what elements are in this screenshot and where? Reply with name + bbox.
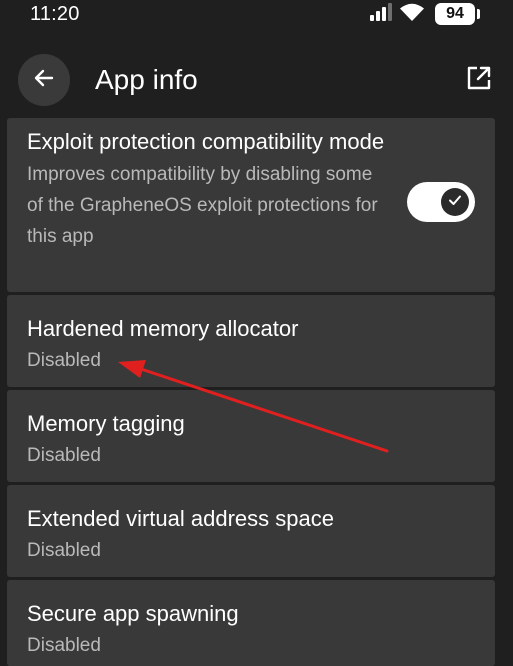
setting-hardened-memory-allocator[interactable]: Hardened memory allocator Disabled (7, 295, 495, 387)
open-external-icon (466, 65, 492, 96)
toggle-thumb (441, 188, 469, 216)
setting-title: Secure app spawning (27, 601, 239, 626)
battery-icon: 94 (435, 3, 480, 25)
setting-title: Hardened memory allocator (27, 316, 299, 341)
setting-summary: Disabled (27, 445, 101, 466)
setting-title: Extended virtual address space (27, 506, 334, 531)
arrow-left-icon (32, 66, 56, 95)
back-button[interactable] (18, 54, 70, 106)
top-app-bar: App info (0, 54, 513, 110)
status-icons: 94 (369, 2, 480, 27)
setting-summary: Disabled (27, 350, 101, 371)
setting-summary: Disabled (27, 540, 101, 561)
setting-exploit-protection-compatibility[interactable]: Exploit protection compatibility mode Im… (7, 118, 495, 292)
battery-level: 94 (446, 5, 464, 22)
setting-memory-tagging[interactable]: Memory tagging Disabled (7, 390, 495, 482)
setting-title: Memory tagging (27, 411, 185, 436)
exploit-protection-toggle[interactable] (407, 182, 475, 222)
status-time: 11:20 (30, 3, 80, 25)
setting-title: Exploit protection compatibility mode (27, 129, 385, 154)
signal-icon (369, 2, 393, 27)
checkmark-icon (447, 192, 463, 213)
setting-secure-app-spawning[interactable]: Secure app spawning Disabled (7, 580, 495, 666)
status-bar: 11:20 94 (0, 0, 513, 30)
wifi-icon (399, 2, 425, 27)
setting-summary: Disabled (27, 635, 101, 656)
setting-extended-virtual-address-space[interactable]: Extended virtual address space Disabled (7, 485, 495, 577)
page-title: App info (95, 64, 198, 95)
open-external-button[interactable] (463, 64, 495, 96)
setting-summary: Improves compatibility by disabling some… (27, 164, 378, 247)
